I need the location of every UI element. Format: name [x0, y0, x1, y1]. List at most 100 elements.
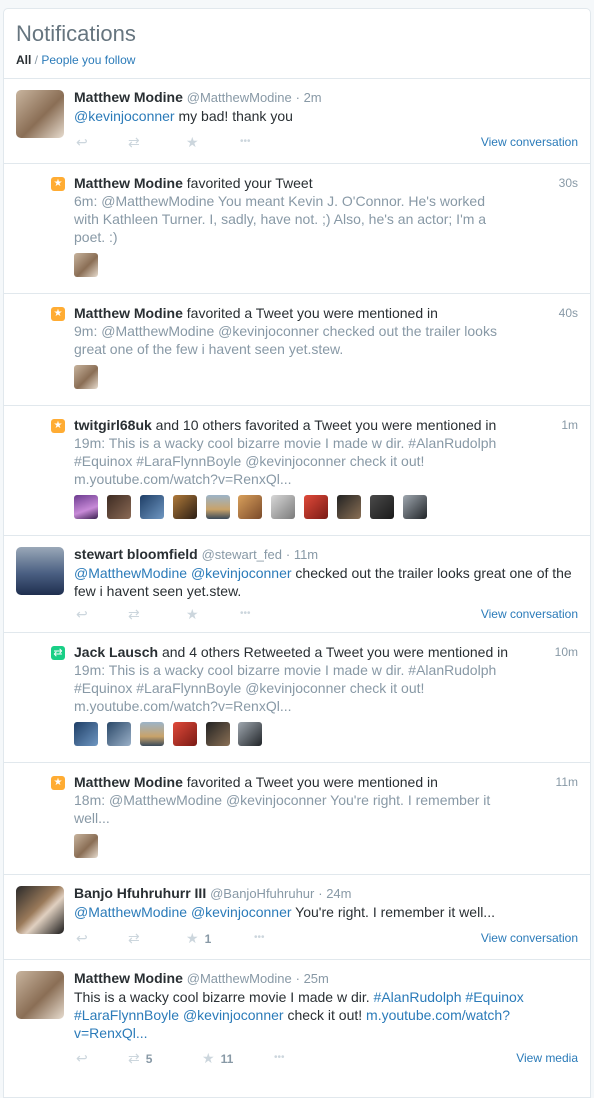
- user-name[interactable]: Matthew Modine: [74, 970, 183, 986]
- notification-favorite[interactable]: ★ 30s Matthew Modine favorited your Twee…: [4, 164, 590, 294]
- more-icon[interactable]: •••: [274, 1048, 285, 1068]
- avatar[interactable]: [238, 722, 263, 746]
- notification-tweet[interactable]: Matthew Modine @MatthewModine · 25m This…: [4, 960, 590, 1090]
- reply-icon[interactable]: ↩: [76, 928, 88, 948]
- user-name[interactable]: stewart bloomfield: [74, 546, 198, 562]
- tweet-time[interactable]: · 11m: [286, 547, 318, 562]
- avatar[interactable]: [16, 547, 64, 595]
- favorite-icon[interactable]: ★: [186, 604, 199, 624]
- avatar[interactable]: [172, 495, 197, 519]
- notification-tweet[interactable]: stewart bloomfield @stewart_fed · 11m @M…: [4, 536, 590, 633]
- avatar[interactable]: [205, 495, 230, 519]
- url-link[interactable]: v=RenxQl...: [74, 1025, 148, 1041]
- filter-all[interactable]: All: [16, 53, 31, 67]
- avatar[interactable]: [337, 495, 362, 519]
- favorite-icon[interactable]: ★: [186, 132, 199, 152]
- quoted-tweet-line[interactable]: great one of the few i havent seen yet.s…: [74, 340, 540, 358]
- notification-time[interactable]: 1m: [561, 418, 578, 432]
- quoted-tweet-line[interactable]: poet. :): [74, 228, 540, 246]
- tweet-time[interactable]: · 2m: [296, 90, 322, 105]
- mention-link[interactable]: @kevinjoconner: [191, 565, 292, 581]
- user-handle[interactable]: @stewart_fed: [202, 547, 282, 562]
- mention-link[interactable]: @MatthewModine: [74, 565, 187, 581]
- avatar[interactable]: [370, 495, 395, 519]
- avatar[interactable]: [205, 722, 230, 746]
- tweet-time[interactable]: · 25m: [296, 971, 329, 986]
- retweet-icon[interactable]: ⇄: [128, 604, 140, 624]
- quoted-tweet-line[interactable]: 19m: This is a wacky cool bizarre movie …: [74, 434, 540, 452]
- more-icon[interactable]: •••: [240, 132, 251, 152]
- avatar[interactable]: [271, 495, 296, 519]
- favorite-button[interactable]: ★ 1: [186, 928, 211, 949]
- retweet-icon[interactable]: ⇄: [128, 928, 140, 948]
- avatar[interactable]: [16, 971, 64, 1019]
- view-conversation-link[interactable]: View conversation: [481, 928, 578, 948]
- hashtag-link[interactable]: #Equinox: [465, 989, 523, 1005]
- user-handle[interactable]: @BanjoHfuhruhur: [210, 886, 314, 901]
- quoted-tweet-line[interactable]: m.youtube.com/watch?v=RenxQl...: [74, 470, 540, 488]
- mention-link[interactable]: @kevinjoconner: [74, 108, 175, 124]
- avatar[interactable]: [402, 495, 427, 519]
- user-name[interactable]: twitgirl68uk: [74, 417, 152, 433]
- filter-people-you-follow[interactable]: People you follow: [41, 53, 135, 67]
- quoted-tweet-line[interactable]: well...: [74, 809, 540, 827]
- reply-icon[interactable]: ↩: [76, 132, 88, 152]
- notification-time[interactable]: 10m: [555, 645, 578, 659]
- quoted-tweet-line[interactable]: 18m: @MatthewModine @kevinjoconner You'r…: [74, 791, 540, 809]
- avatar[interactable]: [16, 90, 64, 138]
- notification-time[interactable]: 30s: [559, 176, 578, 190]
- user-name[interactable]: Matthew Modine: [74, 89, 183, 105]
- favorite-button[interactable]: ★ 11: [202, 1048, 233, 1069]
- notification-time[interactable]: 11m: [556, 775, 578, 789]
- avatar[interactable]: [172, 722, 197, 746]
- quoted-tweet-line[interactable]: #Equinox #LaraFlynnBoyle @kevinjoconner …: [74, 452, 540, 470]
- avatar[interactable]: [74, 834, 98, 858]
- notification-time[interactable]: 40s: [559, 306, 578, 320]
- url-link[interactable]: m.youtube.com/watch?: [366, 1007, 510, 1023]
- user-name[interactable]: Banjo Hfuhruhurr III: [74, 885, 206, 901]
- user-name[interactable]: Matthew Modine: [74, 774, 183, 790]
- quoted-tweet-line[interactable]: with Kathleen Turner. I, sadly, have not…: [74, 210, 540, 228]
- mention-link[interactable]: @kevinjoconner: [191, 904, 292, 920]
- more-icon[interactable]: •••: [240, 604, 251, 624]
- avatar[interactable]: [139, 722, 164, 746]
- notification-tweet[interactable]: Matthew Modine @MatthewModine · 2m @kevi…: [4, 79, 590, 164]
- view-media-link[interactable]: View media: [516, 1048, 578, 1068]
- avatar[interactable]: [106, 495, 131, 519]
- quoted-tweet-line[interactable]: 6m: @MatthewModine You meant Kevin J. O'…: [74, 192, 540, 210]
- avatar[interactable]: [74, 253, 98, 277]
- avatar[interactable]: [106, 722, 131, 746]
- hashtag-link[interactable]: #AlanRudolph: [374, 989, 462, 1005]
- notification-favorite[interactable]: ★ 11m Matthew Modine favorited a Tweet y…: [4, 763, 590, 875]
- user-name[interactable]: Matthew Modine: [74, 305, 183, 321]
- avatar[interactable]: [304, 495, 329, 519]
- notification-favorite[interactable]: ★ 1m twitgirl68uk and 10 others favorite…: [4, 406, 590, 536]
- notification-favorite[interactable]: ★ 40s Matthew Modine favorited a Tweet y…: [4, 294, 590, 406]
- quoted-tweet-line[interactable]: 19m: This is a wacky cool bizarre movie …: [74, 661, 540, 679]
- mention-link[interactable]: @kevinjoconner: [183, 1007, 284, 1023]
- avatar[interactable]: [238, 495, 263, 519]
- view-conversation-link[interactable]: View conversation: [481, 132, 578, 152]
- tweet-time[interactable]: · 24m: [318, 886, 351, 901]
- mention-link[interactable]: @MatthewModine: [74, 904, 187, 920]
- avatar[interactable]: [74, 365, 98, 389]
- quoted-tweet-line[interactable]: m.youtube.com/watch?v=RenxQl...: [74, 697, 540, 715]
- user-name[interactable]: Jack Lausch: [74, 644, 158, 660]
- hashtag-link[interactable]: #LaraFlynnBoyle: [74, 1007, 179, 1023]
- retweet-button[interactable]: ⇄ 5: [128, 1048, 152, 1069]
- retweet-icon[interactable]: ⇄: [128, 132, 140, 152]
- reply-icon[interactable]: ↩: [76, 604, 88, 624]
- avatar[interactable]: [74, 722, 98, 746]
- user-handle[interactable]: @MatthewModine: [187, 971, 292, 986]
- view-conversation-link[interactable]: View conversation: [481, 604, 578, 624]
- user-handle[interactable]: @MatthewModine: [187, 90, 292, 105]
- avatar[interactable]: [74, 495, 98, 519]
- avatar[interactable]: [16, 886, 64, 934]
- quoted-tweet-line[interactable]: #Equinox #LaraFlynnBoyle @kevinjoconner …: [74, 679, 540, 697]
- notification-retweet[interactable]: ⇄ 10m Jack Lausch and 4 others Retweeted…: [4, 633, 590, 763]
- notification-tweet[interactable]: Banjo Hfuhruhurr III @BanjoHfuhruhur · 2…: [4, 875, 590, 960]
- avatar[interactable]: [139, 495, 164, 519]
- reply-icon[interactable]: ↩: [76, 1048, 88, 1068]
- more-icon[interactable]: •••: [254, 928, 265, 948]
- quoted-tweet-line[interactable]: 9m: @MatthewModine @kevinjoconner checke…: [74, 322, 540, 340]
